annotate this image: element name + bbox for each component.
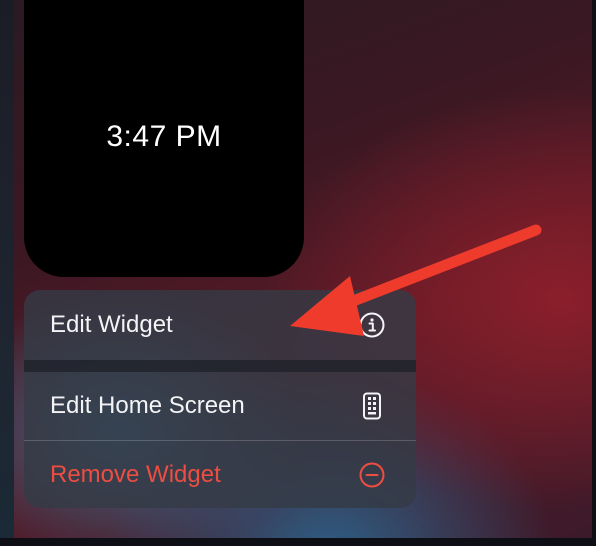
widget-time: 3:47 PM <box>106 119 222 153</box>
info-circle-icon <box>358 311 386 339</box>
edit-widget-label: Edit Widget <box>50 311 173 338</box>
menu-section-separator <box>24 360 416 372</box>
screen-edge-left <box>0 0 14 546</box>
screen-edge-right <box>592 0 596 546</box>
minus-circle-icon <box>358 461 386 489</box>
edit-home-screen-label: Edit Home Screen <box>50 392 245 419</box>
clock-widget[interactable]: 3:47 PM <box>24 0 304 277</box>
edit-widget-menu-item[interactable]: Edit Widget <box>24 290 416 360</box>
phone-apps-icon <box>358 392 386 420</box>
widget-context-menu: Edit Widget Edit Home Screen Remove Widg… <box>24 290 416 508</box>
screen-edge-bottom <box>0 538 596 546</box>
edit-home-screen-menu-item[interactable]: Edit Home Screen <box>24 372 416 440</box>
remove-widget-label: Remove Widget <box>50 460 221 488</box>
remove-widget-menu-item[interactable]: Remove Widget <box>24 441 416 508</box>
